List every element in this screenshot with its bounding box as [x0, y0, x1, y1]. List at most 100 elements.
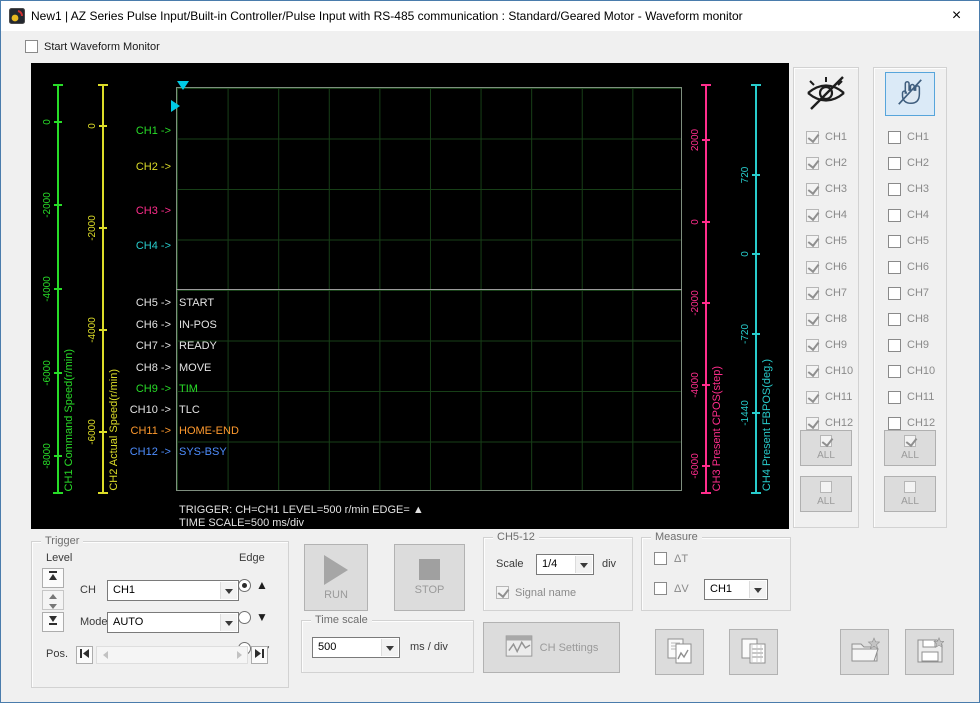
checkbox[interactable] — [806, 287, 819, 300]
checkbox[interactable] — [654, 552, 667, 565]
spin-down-icon[interactable] — [43, 601, 63, 611]
ch5-12-scale-select[interactable]: 1/4 — [536, 554, 594, 575]
measure-group-label: Measure — [651, 531, 702, 543]
adj-checkbox-ch10[interactable]: CH10 — [888, 358, 946, 384]
signal-name-checkbox[interactable]: Signal name — [496, 586, 576, 599]
radio[interactable] — [238, 579, 251, 592]
adj-checkbox-ch7[interactable]: CH7 — [888, 280, 946, 306]
checkbox[interactable] — [806, 417, 819, 430]
checkbox[interactable] — [25, 40, 38, 53]
checkbox[interactable] — [806, 339, 819, 352]
adjust-waveform-button[interactable] — [885, 72, 935, 116]
chevron-down-icon[interactable] — [381, 639, 398, 656]
delta-v-label: ΔV — [674, 583, 689, 595]
checkbox[interactable] — [806, 261, 819, 274]
trigger-level-marker-icon[interactable] — [171, 100, 186, 112]
trigger-level-spinner[interactable] — [42, 590, 64, 610]
vis-checkbox-ch3[interactable]: CH3 — [806, 176, 858, 202]
trigger-level-up-button[interactable] — [42, 568, 64, 588]
checkbox[interactable] — [888, 235, 901, 248]
adj-checkbox-ch3[interactable]: CH3 — [888, 176, 946, 202]
adj-checkbox-ch5[interactable]: CH5 — [888, 228, 946, 254]
save-waveform-file-button[interactable] — [905, 629, 954, 675]
open-waveform-file-button[interactable] — [840, 629, 889, 675]
chevron-down-icon[interactable] — [220, 582, 237, 599]
adj-checkbox-ch9[interactable]: CH9 — [888, 332, 946, 358]
vis-checkbox-ch9[interactable]: CH9 — [806, 332, 858, 358]
trigger-mode-select[interactable]: AUTO — [107, 612, 239, 633]
vis-checkbox-ch7[interactable]: CH7 — [806, 280, 858, 306]
copy-graph-data-button[interactable] — [729, 629, 778, 675]
trigger-level-down-button[interactable] — [42, 612, 64, 632]
delta-v-channel-select[interactable]: CH1 — [704, 579, 768, 600]
checkbox[interactable] — [806, 131, 819, 144]
stop-button[interactable]: STOP — [394, 544, 465, 611]
adj-checkbox-ch2[interactable]: CH2 — [888, 150, 946, 176]
adj-checkbox-ch6[interactable]: CH6 — [888, 254, 946, 280]
checkbox[interactable] — [654, 582, 667, 595]
waveform-monitor-window: New1 | AZ Series Pulse Input/Built-in Co… — [0, 0, 980, 703]
checkbox[interactable] — [806, 313, 819, 326]
trigger-pos-scrollbar[interactable] — [96, 646, 248, 664]
run-button[interactable]: RUN — [304, 544, 368, 611]
trigger-position-marker-icon[interactable] — [177, 81, 189, 96]
chevron-down-icon[interactable] — [220, 614, 237, 631]
scale-label: Scale — [496, 558, 524, 570]
pos-home-button[interactable] — [76, 646, 93, 664]
checkbox[interactable] — [888, 313, 901, 326]
checkbox[interactable] — [888, 417, 901, 430]
checkbox[interactable] — [888, 287, 901, 300]
vis-checkbox-ch2[interactable]: CH2 — [806, 150, 858, 176]
adjust-clear-all-button[interactable]: ALL — [884, 476, 936, 512]
scroll-left-icon[interactable] — [97, 647, 113, 663]
checkbox[interactable] — [496, 586, 509, 599]
ch-settings-button[interactable]: CH Settings — [483, 622, 620, 673]
checkbox[interactable] — [888, 391, 901, 404]
vis-checkbox-ch11[interactable]: CH11 — [806, 384, 858, 410]
adj-checkbox-ch4[interactable]: CH4 — [888, 202, 946, 228]
checkbox[interactable] — [888, 183, 901, 196]
adj-checkbox-ch1[interactable]: CH1 — [888, 124, 946, 150]
checkbox[interactable] — [888, 339, 901, 352]
vis-checkbox-ch10[interactable]: CH10 — [806, 358, 858, 384]
pos-end-button[interactable] — [251, 646, 268, 664]
visibility-select-all-button[interactable]: ALL — [800, 430, 852, 466]
vis-checkbox-ch8[interactable]: CH8 — [806, 306, 858, 332]
checkbox[interactable] — [806, 209, 819, 222]
checkbox[interactable] — [888, 365, 901, 378]
trigger-ch-label: CH — [80, 584, 96, 596]
adjust-select-all-button[interactable]: ALL — [884, 430, 936, 466]
vis-checkbox-ch4[interactable]: CH4 — [806, 202, 858, 228]
chevron-down-icon[interactable] — [749, 581, 766, 598]
adj-checkbox-ch11[interactable]: CH11 — [888, 384, 946, 410]
delta-v-checkbox[interactable]: ΔV — [654, 582, 689, 595]
trigger-ch-select[interactable]: CH1 — [107, 580, 239, 601]
checkbox[interactable] — [888, 209, 901, 222]
scope-channel-labels: CH1 ->CH2 ->CH3 ->CH4 ->CH5 ->STARTCH6 -… — [31, 63, 789, 529]
time-scale-select[interactable]: 500 — [312, 637, 400, 658]
radio[interactable] — [238, 611, 251, 624]
visibility-clear-all-button[interactable]: ALL — [800, 476, 852, 512]
start-waveform-monitor-checkbox[interactable]: Start Waveform Monitor — [25, 40, 160, 53]
delta-t-checkbox[interactable]: ΔT — [654, 552, 688, 565]
checkbox[interactable] — [806, 183, 819, 196]
checkbox[interactable] — [888, 131, 901, 144]
scroll-right-icon[interactable] — [231, 647, 247, 663]
vis-checkbox-ch1[interactable]: CH1 — [806, 124, 858, 150]
trigger-edge-rising-radio[interactable]: ▲ — [238, 578, 268, 592]
copy-graph-image-button[interactable] — [655, 629, 704, 675]
open-folder-star-icon — [850, 637, 880, 667]
checkbox[interactable] — [806, 157, 819, 170]
adj-checkbox-ch8[interactable]: CH8 — [888, 306, 946, 332]
checkbox[interactable] — [888, 157, 901, 170]
checkbox[interactable] — [806, 365, 819, 378]
vis-checkbox-ch6[interactable]: CH6 — [806, 254, 858, 280]
checkbox[interactable] — [888, 261, 901, 274]
checkbox[interactable] — [806, 235, 819, 248]
spin-up-icon[interactable] — [43, 591, 63, 601]
close-button[interactable]: × — [934, 1, 979, 30]
checkbox[interactable] — [806, 391, 819, 404]
vis-checkbox-ch5[interactable]: CH5 — [806, 228, 858, 254]
chevron-down-icon[interactable] — [575, 556, 592, 573]
trigger-edge-falling-radio[interactable]: ▼ — [238, 610, 268, 624]
